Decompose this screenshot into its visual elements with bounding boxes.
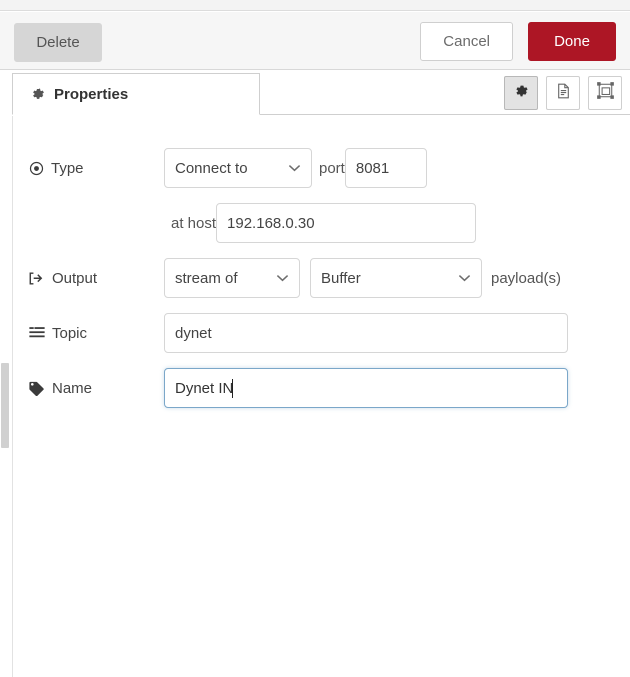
list-icon xyxy=(29,326,45,340)
topic-input[interactable] xyxy=(164,313,568,353)
payload-suffix-label: payload(s) xyxy=(491,269,562,287)
dialog-body: Type Connect to port 8081 at host 192.16… xyxy=(12,116,630,677)
output-datatype-select[interactable]: Buffer xyxy=(310,258,482,298)
name-label-text: Name xyxy=(52,379,93,397)
port-input[interactable] xyxy=(344,148,427,188)
tab-bar: Properties xyxy=(12,71,630,115)
row-host: at host xyxy=(13,203,630,243)
header-right-actions: Cancel Done xyxy=(420,22,616,61)
cancel-button[interactable]: Cancel xyxy=(420,22,513,61)
delete-button[interactable]: Delete xyxy=(14,23,102,62)
dot-circle-icon xyxy=(29,161,44,176)
output-stream-select[interactable]: stream of xyxy=(164,258,300,298)
name-input-value: Dynet IN xyxy=(175,379,234,397)
name-label: Name xyxy=(29,380,164,397)
left-scrollbar-thumb[interactable] xyxy=(1,363,9,448)
type-label-text: Type xyxy=(51,159,84,177)
type-mode-select-wrap: Connect to xyxy=(164,148,312,188)
output-label: Output xyxy=(29,270,164,287)
dialog-top-strip xyxy=(0,0,630,11)
tab-tool-buttons xyxy=(504,76,622,110)
gear-icon xyxy=(513,83,529,104)
sign-out-icon xyxy=(29,271,45,286)
row-type: Type Connect to port xyxy=(13,148,630,188)
tab-label: Properties xyxy=(54,85,129,103)
description-tool-button[interactable] xyxy=(546,76,580,110)
output-datatype-select-wrap: Buffer xyxy=(310,258,482,298)
row-output: Output stream of Buffer payload(s) xyxy=(13,258,630,298)
port-label: port xyxy=(319,159,345,177)
type-label: Type xyxy=(29,160,164,177)
dialog-header: Delete Cancel Done xyxy=(0,12,630,70)
tab-properties[interactable]: Properties xyxy=(12,73,260,115)
properties-tool-button[interactable] xyxy=(504,76,538,110)
document-icon xyxy=(556,83,571,104)
topic-label-text: Topic xyxy=(52,324,88,342)
node-edit-dialog: Delete Cancel Done Properties Type Conne… xyxy=(0,0,630,677)
type-mode-select[interactable]: Connect to xyxy=(164,148,312,188)
topic-label: Topic xyxy=(29,325,164,342)
appearance-tool-button[interactable] xyxy=(588,76,622,110)
left-scrollbar-track[interactable] xyxy=(0,116,11,677)
done-button[interactable]: Done xyxy=(528,22,616,61)
output-label-text: Output xyxy=(52,269,98,287)
name-input[interactable]: Dynet IN xyxy=(164,368,568,408)
row-name: Name Dynet IN xyxy=(13,368,630,408)
gear-icon xyxy=(31,87,45,101)
text-cursor xyxy=(232,378,234,398)
header-left-actions: Delete xyxy=(14,23,102,62)
host-input[interactable] xyxy=(216,203,477,243)
appearance-icon xyxy=(596,82,614,104)
tag-icon xyxy=(29,381,45,396)
row-topic: Topic xyxy=(13,313,630,353)
node-properties-form: Type Connect to port 8081 at host 192.16… xyxy=(13,116,630,408)
host-label: at host xyxy=(171,214,217,232)
output-stream-select-wrap: stream of xyxy=(164,258,300,298)
